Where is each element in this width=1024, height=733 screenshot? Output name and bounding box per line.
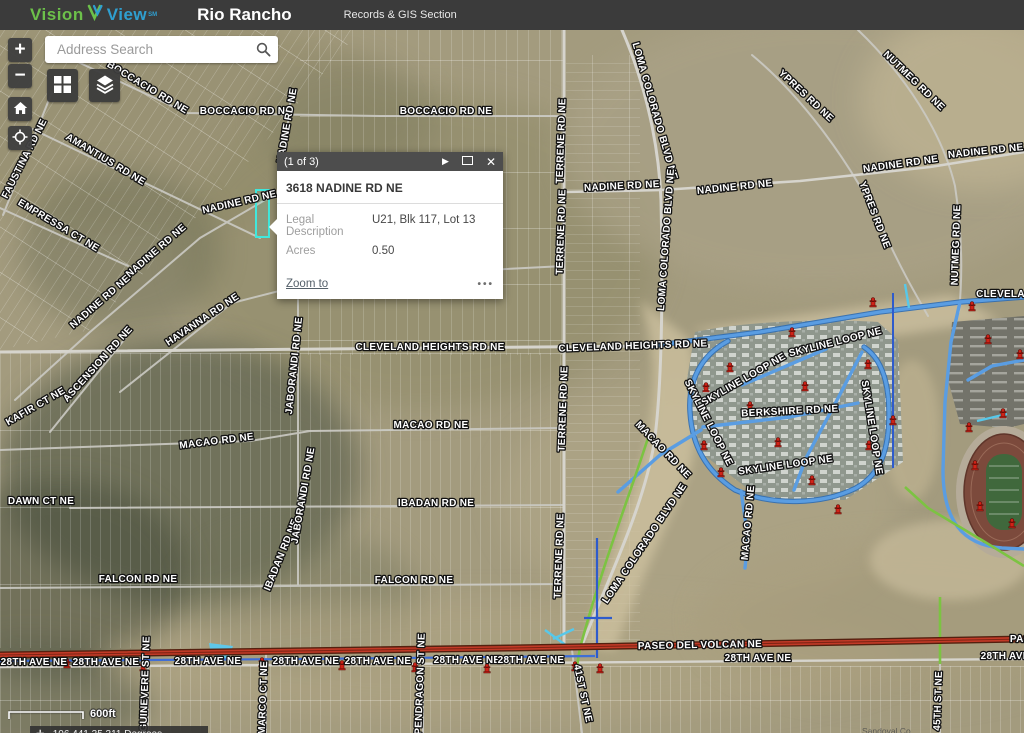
map-canvas[interactable]: FAUSTINA RD NEAMANTIUS RD NEEMPRESSA CT … bbox=[0, 30, 1024, 733]
street-label: PASEO DEL VOLCAN NE bbox=[1010, 634, 1024, 645]
layers-button[interactable] bbox=[89, 69, 120, 102]
coordinate-widget: ✛ -106.441 35.311 Degrees bbox=[30, 726, 208, 733]
street-label: 28TH AVE NE bbox=[725, 653, 792, 664]
more-options-icon[interactable]: ••• bbox=[477, 279, 494, 290]
layers-icon bbox=[95, 74, 115, 97]
street-label: CLEVELAND bbox=[976, 289, 1024, 300]
street-label: 28TH AVE NE bbox=[981, 651, 1024, 662]
scale-bar-label: 600ft bbox=[90, 708, 116, 720]
street-label: PASEO DEL VOLCAN NE bbox=[638, 639, 762, 652]
next-feature-icon[interactable]: ▶ bbox=[442, 157, 449, 166]
basemap-gallery-button[interactable] bbox=[47, 69, 78, 102]
locate-icon bbox=[12, 129, 28, 148]
popup-title: 3618 NADINE RD NE bbox=[277, 171, 503, 203]
attribute-row: Acres 0.50 bbox=[286, 245, 494, 257]
address-search bbox=[45, 36, 278, 63]
close-icon[interactable]: ✕ bbox=[486, 156, 496, 168]
vision-view-logo: Vision View SM bbox=[30, 4, 157, 26]
scale-bar-rule bbox=[8, 710, 86, 720]
street-label: 28TH AVE NE bbox=[1, 657, 68, 668]
zoom-in-button[interactable]: + bbox=[8, 38, 32, 62]
basemap-grid-icon bbox=[53, 75, 72, 97]
street-label: BOCCACIO RD NE bbox=[200, 106, 293, 117]
attribute-value: 0.50 bbox=[372, 245, 394, 257]
crosshair-icon: ✛ bbox=[36, 729, 44, 733]
logo-vision-text: Vision bbox=[30, 5, 84, 25]
feature-popup: (1 of 3) ▶ ✕ 3618 NADINE RD NE Legal Des… bbox=[277, 152, 503, 299]
street-label: FALCON RD NE bbox=[375, 575, 454, 586]
search-input[interactable] bbox=[55, 41, 248, 58]
popup-pointer bbox=[269, 219, 277, 235]
logo-sm-text: SM bbox=[148, 12, 157, 18]
maximize-icon[interactable] bbox=[462, 156, 473, 167]
street-label: DAWN CT NE bbox=[8, 496, 74, 507]
popup-body: 3618 NADINE RD NE Legal Description U21,… bbox=[277, 171, 503, 299]
attribute-label: Legal Description bbox=[286, 214, 372, 238]
feature-pager: (1 of 3) bbox=[284, 156, 429, 168]
attribute-value: U21, Blk 117, Lot 13 bbox=[372, 214, 475, 238]
home-icon bbox=[13, 101, 28, 118]
page-title: Rio Rancho bbox=[197, 5, 291, 25]
street-label: 28TH AVE NE bbox=[175, 656, 242, 667]
scale-bar: 600ft bbox=[8, 708, 116, 720]
subtitle: Records & GIS Section bbox=[344, 9, 457, 21]
street-label: CLEVELAND HEIGHTS RD NE bbox=[355, 342, 504, 353]
home-button[interactable] bbox=[8, 97, 32, 121]
zoom-out-button[interactable]: − bbox=[8, 64, 32, 88]
street-label: BOCCACIO RD NE bbox=[400, 106, 493, 117]
search-icon[interactable] bbox=[248, 36, 278, 63]
street-label: 28TH AVE NE bbox=[498, 655, 565, 666]
coordinate-readout: -106.441 35.311 Degrees bbox=[49, 729, 162, 733]
popup-header: (1 of 3) ▶ ✕ bbox=[277, 152, 503, 171]
street-label: 45TH ST NE bbox=[932, 671, 945, 731]
street-label: 28TH AVE NE bbox=[434, 655, 501, 666]
locate-button[interactable] bbox=[8, 126, 32, 150]
logo-view-text: View bbox=[107, 5, 147, 25]
app-header: Vision View SM Rio Rancho Records & GIS … bbox=[0, 0, 1024, 30]
street-label: 28TH AVE NE bbox=[345, 656, 412, 667]
street-label: FALCON RD NE bbox=[99, 574, 178, 585]
attribute-row: Legal Description U21, Blk 117, Lot 13 bbox=[286, 214, 494, 238]
street-label: MACAO RD NE bbox=[394, 420, 469, 431]
attribute-label: Acres bbox=[286, 245, 372, 257]
map-container: FAUSTINA RD NEAMANTIUS RD NEEMPRESSA CT … bbox=[0, 30, 1024, 733]
map-attribution: Sandoval Co. bbox=[862, 726, 913, 733]
zoom-to-link[interactable]: Zoom to bbox=[286, 278, 477, 290]
vision-view-v-icon bbox=[87, 4, 104, 26]
street-label: IBADAN RD NE bbox=[398, 498, 474, 509]
street-label: 28TH AVE NE bbox=[73, 657, 140, 668]
street-label: 28TH AVE NE bbox=[273, 656, 340, 667]
